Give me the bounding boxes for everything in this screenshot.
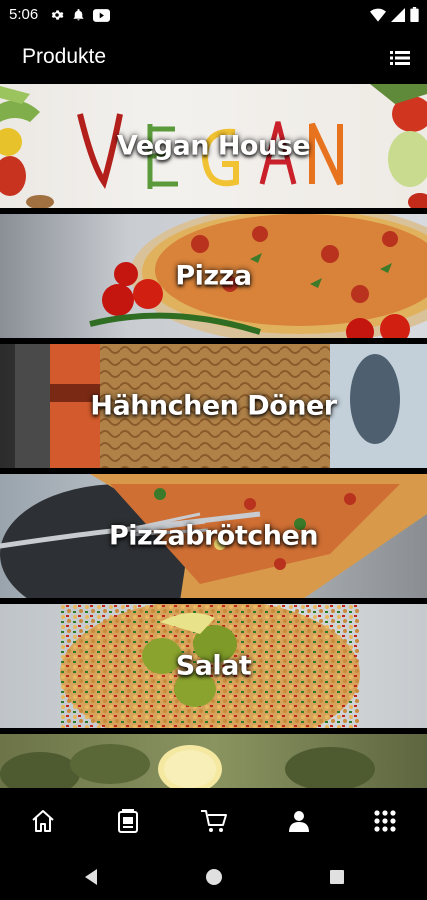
category-label: Pizzabrötchen bbox=[108, 520, 319, 552]
category-label: Hähnchen Döner bbox=[90, 390, 337, 422]
category-tile-haehnchen-doener[interactable]: Hähnchen Döner bbox=[0, 344, 427, 471]
back-icon[interactable] bbox=[80, 866, 102, 888]
category-tile-pizzabroetchen[interactable]: Pizzabrötchen bbox=[0, 474, 427, 601]
status-time: 5:06 bbox=[9, 6, 39, 23]
signal-icon bbox=[391, 7, 405, 27]
list-view-icon[interactable] bbox=[387, 45, 413, 71]
cart-icon[interactable] bbox=[199, 806, 229, 836]
home-icon[interactable] bbox=[28, 806, 58, 836]
status-bar: 5:06 bbox=[0, 0, 427, 32]
page-title: Produkte bbox=[22, 45, 107, 68]
category-tile-pizza[interactable]: Pizza bbox=[0, 214, 427, 341]
battery-icon bbox=[410, 7, 419, 27]
system-navigation-bar bbox=[0, 854, 427, 900]
home-circle-icon[interactable] bbox=[203, 866, 225, 888]
category-label: Vegan House bbox=[116, 130, 311, 162]
recents-square-icon[interactable] bbox=[326, 866, 348, 888]
category-tile-vegan-house[interactable]: Vegan House bbox=[0, 84, 427, 211]
category-tile-salat[interactable]: Salat bbox=[0, 604, 427, 731]
grid-icon[interactable] bbox=[370, 806, 400, 836]
bottom-navigation bbox=[0, 788, 427, 854]
person-icon[interactable] bbox=[284, 806, 314, 836]
dolma-image bbox=[0, 734, 427, 788]
wifi-icon bbox=[370, 8, 386, 27]
category-label: Salat bbox=[175, 650, 252, 682]
app-bar: Produkte bbox=[0, 32, 427, 84]
category-list: Vegan House Pizza Hähnchen Döner Pizzabr… bbox=[0, 84, 427, 788]
notification-bell-icon bbox=[72, 8, 85, 27]
youtube-icon bbox=[93, 8, 110, 27]
settings-gear-icon bbox=[50, 8, 64, 27]
menu-card-icon[interactable] bbox=[113, 806, 143, 836]
category-label: Pizza bbox=[175, 260, 252, 292]
category-tile-partial[interactable] bbox=[0, 734, 427, 788]
